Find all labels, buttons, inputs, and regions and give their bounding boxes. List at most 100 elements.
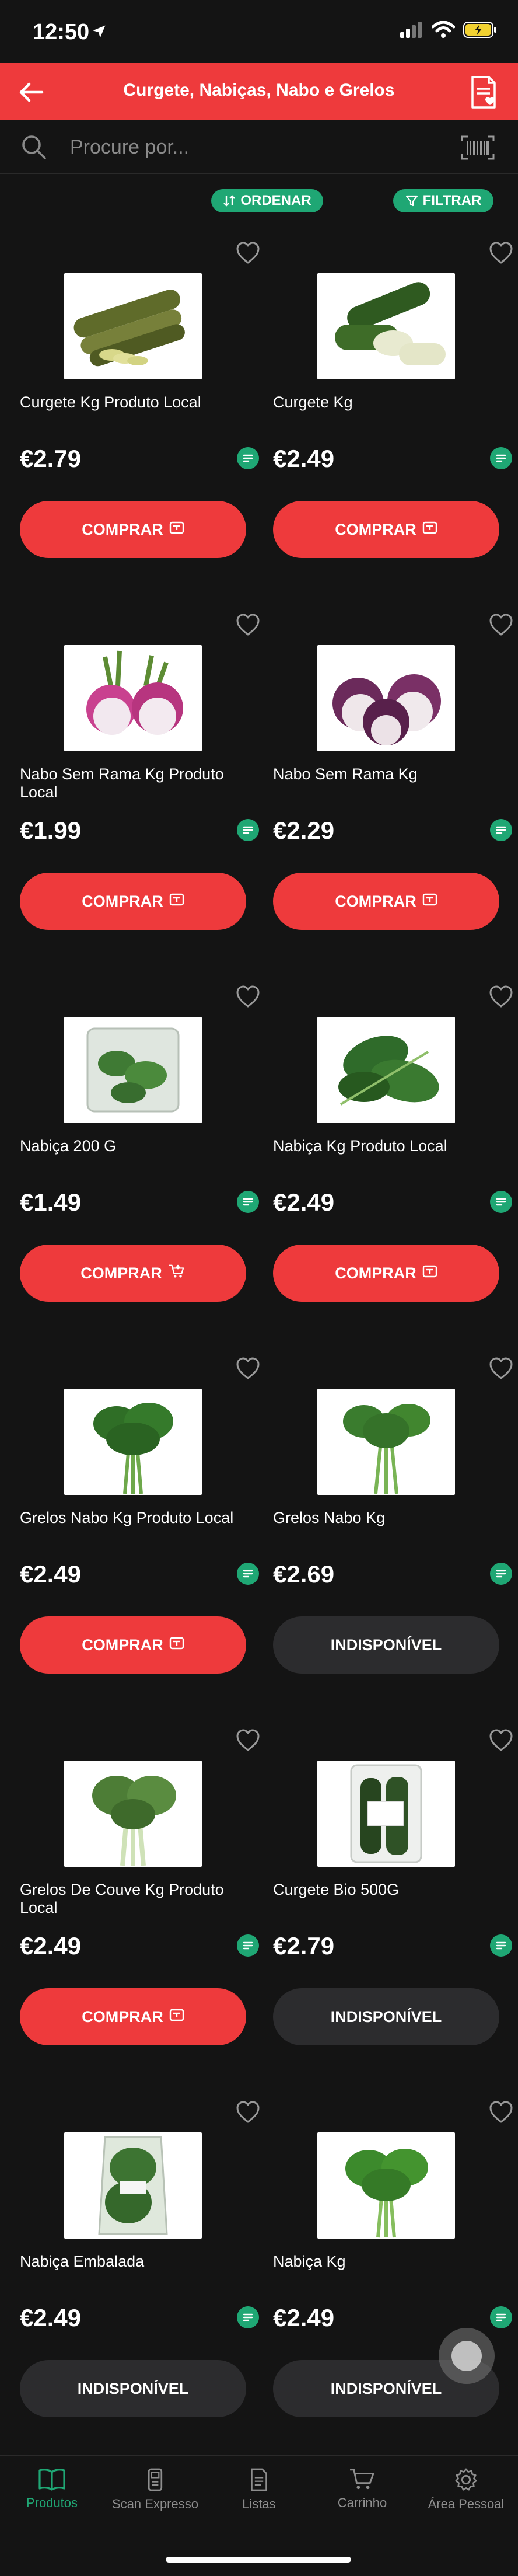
product-name[interactable]: Curgete Kg <box>273 393 506 412</box>
product-image[interactable] <box>317 645 455 751</box>
button-label: INDISPONÍVEL <box>77 2379 189 2397</box>
buy-button[interactable]: COMPRAR <box>20 1616 246 1674</box>
barcode-scan-icon[interactable] <box>461 135 495 160</box>
tab-book[interactable]: Produtos <box>0 2467 104 2532</box>
favorites-list-icon[interactable] <box>469 75 499 110</box>
buy-button[interactable]: COMPRAR <box>20 873 246 930</box>
product-image[interactable] <box>64 273 202 379</box>
buy-button[interactable]: COMPRAR <box>20 1245 246 1302</box>
button-label: INDISPONÍVEL <box>330 2379 442 2397</box>
product-image[interactable] <box>317 1017 455 1123</box>
product-image[interactable] <box>317 1761 455 1867</box>
product-name[interactable]: Curgete Bio 500G <box>273 1881 506 1899</box>
product-card[interactable]: Nabo Sem Rama Kg Produto Local €1.99 COMP… <box>20 598 265 971</box>
promo-badge-icon[interactable] <box>490 819 512 841</box>
tab-gear[interactable]: Área Pessoal <box>414 2467 518 2532</box>
assistive-touch-button[interactable] <box>439 2328 495 2384</box>
heart-icon[interactable] <box>489 1357 513 1381</box>
promo-badge-icon[interactable] <box>490 1563 512 1585</box>
promo-badge-icon[interactable] <box>237 1563 259 1585</box>
product-image[interactable] <box>64 1389 202 1495</box>
button-label: COMPRAR <box>335 892 416 910</box>
product-image[interactable] <box>64 1017 202 1123</box>
buy-button[interactable]: COMPRAR <box>20 1988 246 2045</box>
buy-button[interactable]: COMPRAR <box>20 501 246 558</box>
button-label: COMPRAR <box>82 892 163 910</box>
sort-button[interactable]: ORDENAR <box>211 189 323 212</box>
button-label: COMPRAR <box>82 520 163 538</box>
status-indicators <box>400 21 497 39</box>
unavailable-button: INDISPONÍVEL <box>273 1988 499 2045</box>
promo-badge-icon[interactable] <box>237 2306 259 2328</box>
promo-badge-icon[interactable] <box>490 1191 512 1213</box>
tab-scanner[interactable]: Scan Expresso <box>103 2467 207 2532</box>
heart-icon[interactable] <box>489 2101 513 2124</box>
product-card[interactable]: Nabiça 200 G €1.49 COMPRAR <box>20 970 265 1343</box>
product-name[interactable]: Nabiça 200 G <box>20 1137 253 1155</box>
page-title: Curgete, Nabiças, Nabo e Grelos <box>123 81 395 100</box>
product-card[interactable]: Grelos Nabo Kg €2.69 INDISPONÍVEL <box>273 1342 518 1714</box>
product-image[interactable] <box>317 1389 455 1495</box>
product-card[interactable]: Curgete Kg €2.49 COMPRAR <box>273 226 518 599</box>
promo-badge-icon[interactable] <box>237 819 259 841</box>
product-price: €2.29 <box>273 817 335 844</box>
product-name[interactable]: Grelos Nabo Kg Produto Local <box>20 1509 253 1527</box>
promo-badge-icon[interactable] <box>237 1191 259 1213</box>
product-image[interactable] <box>317 273 455 379</box>
promo-badge-icon[interactable] <box>237 1934 259 1957</box>
buy-button[interactable]: COMPRAR <box>273 1245 499 1302</box>
product-card[interactable]: Grelos Nabo Kg Produto Local €2.49 COMPRA… <box>20 1342 265 1714</box>
tab-label: Área Pessoal <box>428 2497 505 2511</box>
product-card[interactable]: Curgete Kg Produto Local €2.79 COMPRAR <box>20 226 265 599</box>
product-image[interactable] <box>64 2132 202 2239</box>
heart-icon[interactable] <box>236 614 260 637</box>
product-name[interactable]: Grelos Nabo Kg <box>273 1509 506 1527</box>
heart-icon[interactable] <box>236 242 260 265</box>
product-image[interactable] <box>64 1761 202 1867</box>
tab-list[interactable]: Listas <box>207 2467 311 2532</box>
product-image[interactable] <box>317 2132 455 2239</box>
heart-icon[interactable] <box>236 1357 260 1381</box>
product-price: €2.79 <box>20 445 82 472</box>
product-name[interactable]: Nabo Sem Rama Kg Produto Local <box>20 765 253 801</box>
promo-badge-icon[interactable] <box>237 447 259 469</box>
home-indicator <box>166 2557 351 2563</box>
search-bar <box>0 120 518 174</box>
heart-icon[interactable] <box>489 985 513 1009</box>
product-card[interactable]: Nabo Sem Rama Kg €2.29 COMPRAR <box>273 598 518 971</box>
buy-button[interactable]: COMPRAR <box>273 501 499 558</box>
promo-badge-icon[interactable] <box>490 2306 512 2328</box>
heart-icon[interactable] <box>236 985 260 1009</box>
product-name[interactable]: Nabo Sem Rama Kg <box>273 765 506 783</box>
tab-label: Carrinho <box>337 2495 387 2510</box>
filter-button[interactable]: FILTRAR <box>393 189 494 212</box>
product-card[interactable]: Grelos De Couve Kg Produto Local €2.49 CO… <box>20 1714 265 2086</box>
product-price: €2.49 <box>20 1932 82 1960</box>
list-icon <box>207 2467 311 2492</box>
heart-icon[interactable] <box>489 614 513 637</box>
product-name[interactable]: Curgete Kg Produto Local <box>20 393 253 412</box>
promo-badge-icon[interactable] <box>490 447 512 469</box>
product-card[interactable]: Nabiça Kg Produto Local €2.49 COMPRAR <box>273 970 518 1343</box>
heart-icon[interactable] <box>236 2101 260 2124</box>
status-bar: 12:50 <box>0 0 518 63</box>
heart-icon[interactable] <box>489 242 513 265</box>
tab-cart[interactable]: Carrinho <box>310 2467 414 2532</box>
heart-icon[interactable] <box>236 1729 260 1752</box>
promo-badge-icon[interactable] <box>490 1934 512 1957</box>
product-name[interactable]: Nabiça Kg <box>273 2253 506 2271</box>
product-card[interactable]: Nabiça Kg €2.49 INDISPONÍVEL <box>273 2086 518 2458</box>
product-card[interactable]: Curgete Bio 500G €2.79 INDISPONÍVEL <box>273 1714 518 2086</box>
product-name[interactable]: Nabiça Embalada <box>20 2253 253 2271</box>
buy-button[interactable]: COMPRAR <box>273 873 499 930</box>
cart-icon <box>310 2467 414 2491</box>
product-name[interactable]: Grelos De Couve Kg Produto Local <box>20 1881 253 1917</box>
product-name[interactable]: Nabiça Kg Produto Local <box>273 1137 506 1155</box>
product-image[interactable] <box>64 645 202 751</box>
book-icon <box>0 2467 104 2491</box>
product-card[interactable]: Nabiça Embalada €2.49 INDISPONÍVEL <box>20 2086 265 2458</box>
product-price: €1.49 <box>20 1188 82 1216</box>
heart-icon[interactable] <box>489 1729 513 1752</box>
filter-row: ORDENAR FILTRAR <box>0 174 518 226</box>
search-input[interactable] <box>70 132 443 162</box>
